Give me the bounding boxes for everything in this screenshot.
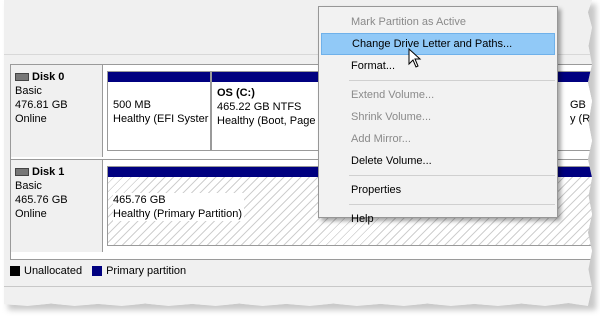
disk-size: 476.81 GB	[15, 99, 68, 111]
disk-icon	[15, 168, 29, 176]
partition-efi[interactable]: 500 MB Healthy (EFI Syster	[107, 71, 211, 151]
menu-item-help[interactable]: Help	[319, 208, 557, 230]
primary-partition-bar	[212, 72, 330, 82]
partition-health: Healthy (Primary Partition)	[113, 208, 242, 220]
disk-name-0: Disk 0	[15, 70, 102, 84]
partition-size: 500 MB	[113, 99, 151, 111]
disk-name-1: Disk 1	[15, 165, 102, 179]
disk-icon	[15, 73, 29, 81]
legend-item-primary: Primary partition	[92, 265, 186, 277]
disk-status: Online	[15, 208, 47, 220]
partition-health: Healthy (Boot, Page F	[217, 115, 326, 127]
disk-info-1[interactable]: Disk 1 Basic 465.76 GB Online	[11, 160, 103, 252]
menu-item-format[interactable]: Format...	[319, 55, 557, 77]
legend-label: Unallocated	[24, 265, 83, 277]
disk-size: 465.76 GB	[15, 194, 68, 206]
menu-item-delete-volume[interactable]: Delete Volume...	[319, 150, 557, 172]
legend-label: Primary partition	[106, 265, 187, 277]
menu-separator	[349, 175, 555, 176]
disk-info-0[interactable]: Disk 0 Basic 476.81 GB Online	[11, 65, 103, 157]
menu-separator	[349, 204, 555, 205]
mouse-cursor-icon	[408, 48, 422, 68]
partition-size: 465.22 GB NTFS	[217, 101, 302, 113]
disk-type: Basic	[15, 180, 42, 192]
partition-os-c[interactable]: OS (C:) 465.22 GB NTFS Healthy (Boot, Pa…	[211, 71, 331, 151]
disk-name-label: Disk 1	[32, 166, 65, 178]
menu-item-shrink-volume[interactable]: Shrink Volume...	[319, 106, 557, 128]
legend: Unallocated Primary partition	[10, 262, 190, 280]
status-bar	[4, 286, 592, 305]
menu-item-change-drive-letter[interactable]: Change Drive Letter and Paths...	[321, 33, 555, 55]
partition-title: OS (C:)	[217, 87, 255, 99]
partition-size: 465.76 GB	[113, 194, 166, 206]
menu-item-extend-volume[interactable]: Extend Volume...	[319, 84, 557, 106]
disk-type: Basic	[15, 85, 42, 97]
menu-item-mark-active[interactable]: Mark Partition as Active	[319, 11, 557, 33]
primary-swatch	[92, 266, 103, 276]
partition-health: y (R	[570, 113, 591, 125]
menu-separator	[349, 80, 555, 81]
primary-partition-bar	[108, 72, 210, 82]
legend-item-unallocated: Unallocated	[10, 265, 82, 277]
menu-item-add-mirror[interactable]: Add Mirror...	[319, 128, 557, 150]
partition-size: GB	[570, 99, 586, 111]
unallocated-swatch	[10, 266, 20, 276]
partition-health: Healthy (EFI Syster	[113, 113, 209, 125]
menu-item-properties[interactable]: Properties	[319, 179, 557, 201]
disk-status: Online	[15, 113, 47, 125]
partition-context-menu: Mark Partition as Active Change Drive Le…	[318, 6, 558, 225]
disk-name-label: Disk 0	[32, 71, 65, 83]
